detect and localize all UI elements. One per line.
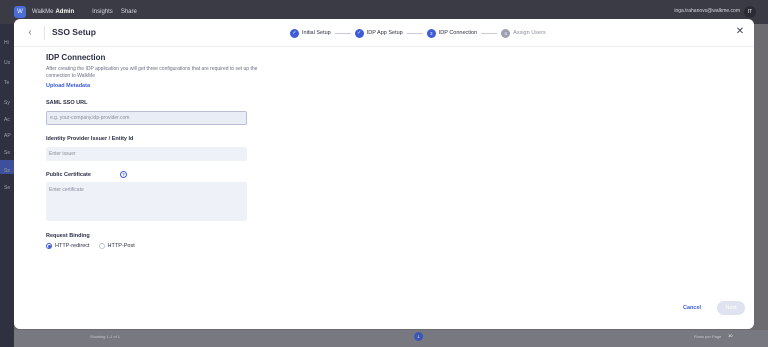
sidebar-item[interactable]: Hi — [4, 40, 9, 46]
sidebar-item[interactable]: Us — [4, 60, 10, 66]
sidebar-item[interactable]: Sy — [4, 100, 10, 106]
request-binding-label: Request Binding — [46, 233, 90, 239]
step-assign-users[interactable]: 4 Assign Users — [501, 28, 546, 38]
question-icon[interactable]: ? — [120, 171, 127, 178]
issuer-input[interactable]: Enter issuer — [46, 147, 247, 161]
idp-connection-section: IDP Connection After creating the IDP ap… — [46, 53, 266, 89]
step-connector — [334, 32, 351, 34]
cancel-button[interactable]: Cancel — [683, 305, 701, 311]
request-binding-options: HTTP-redirect HTTP-Post — [46, 243, 144, 249]
rows-per-page-select[interactable]: 10 — [728, 333, 732, 338]
step-connector — [481, 32, 498, 34]
sidebar-item[interactable]: Ac — [4, 117, 10, 123]
table-footer — [14, 330, 768, 347]
certificate-label: Public Certificate — [46, 172, 91, 178]
section-title: IDP Connection — [46, 53, 106, 62]
step-label: IDP Connection — [438, 30, 478, 36]
check-icon: ✓ — [354, 28, 364, 38]
showing-count: Showing 1-1 of 1 — [90, 334, 121, 339]
app-brand: WalkMe Admin — [32, 9, 75, 15]
sidebar-item[interactable]: Se — [4, 185, 10, 191]
check-icon: ✓ — [290, 28, 299, 38]
avatar[interactable]: IT — [744, 6, 756, 18]
close-icon[interactable]: ✕ — [734, 26, 746, 38]
sidebar-item[interactable]: Ss — [4, 168, 10, 174]
step-number: 3 — [426, 28, 436, 38]
chevron-left-icon[interactable]: ‹ — [24, 27, 36, 39]
step-label: IDP App Setup — [366, 30, 403, 36]
setup-stepper: ✓ Initial Setup ✓ IDP App Setup 3 IDP Co… — [290, 28, 546, 38]
sso-setup-modal: ‹ SSO Setup ✓ Initial Setup ✓ IDP App Se… — [14, 19, 754, 329]
user-email: inga.trahanovs@walkme.com — [674, 8, 740, 14]
section-description: After creating the IDP application you w… — [46, 66, 258, 79]
radio-label[interactable]: HTTP-redirect — [55, 243, 90, 249]
rows-per-page-label: Rows per Page — [694, 334, 722, 339]
step-label: Assign Users — [513, 30, 546, 36]
nav-insights[interactable]: Insights — [92, 9, 113, 15]
sidebar-item[interactable]: Se — [4, 150, 10, 156]
header-divider — [44, 26, 45, 40]
step-label: Initial Setup — [302, 30, 331, 36]
step-initial-setup[interactable]: ✓ Initial Setup — [290, 28, 331, 38]
modal-title: SSO Setup — [52, 27, 96, 37]
radio-http-post[interactable] — [98, 243, 105, 249]
upload-metadata-link[interactable]: Upload Metadata — [46, 83, 266, 89]
walkme-logo-icon: W — [14, 6, 26, 18]
radio-label[interactable]: HTTP-Post — [108, 243, 135, 249]
pagination-page[interactable]: 1 — [414, 332, 423, 341]
radio-http-redirect[interactable] — [46, 243, 52, 249]
sidebar-item[interactable]: Te — [4, 80, 9, 86]
issuer-label: Identity Provider Issuer / Entity Id — [46, 136, 134, 142]
nav-share[interactable]: Share — [121, 9, 137, 15]
saml-url-input[interactable]: e.g. your-company.idp-provider.com — [46, 111, 247, 125]
certificate-textarea[interactable]: Enter certificate — [46, 182, 247, 221]
step-idp-connection[interactable]: 3 IDP Connection — [426, 28, 478, 38]
saml-url-label: SAML SSO URL — [46, 100, 88, 106]
step-idp-app-setup[interactable]: ✓ IDP App Setup — [354, 28, 403, 38]
step-connector — [406, 32, 423, 34]
step-number: 4 — [501, 28, 511, 38]
next-button[interactable]: Next — [717, 301, 745, 315]
modal-header: ‹ SSO Setup ✓ Initial Setup ✓ IDP App Se… — [14, 19, 754, 47]
sidebar-item[interactable]: AP — [4, 133, 11, 139]
